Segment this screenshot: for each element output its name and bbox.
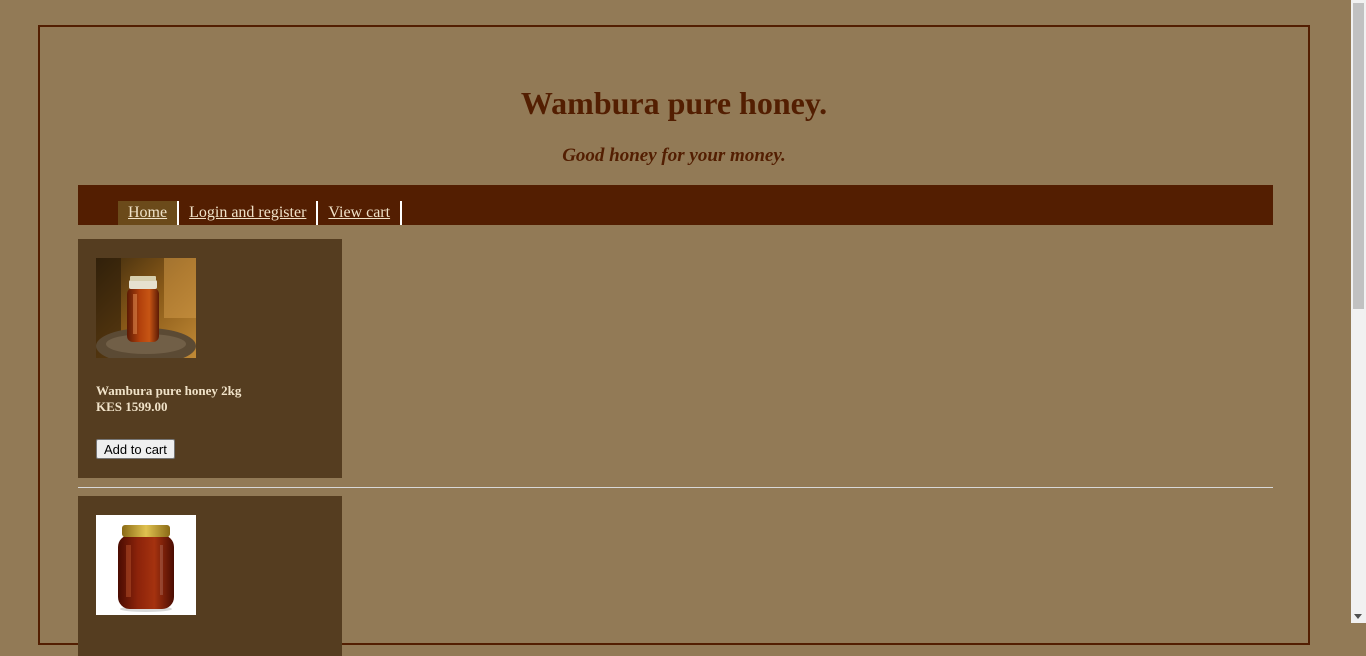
scroll-down-arrow-icon[interactable] [1354, 614, 1362, 619]
product-card: Wambura pure honey 2kg KES 1599.00 Add t… [78, 239, 342, 478]
site-tagline: Good honey for your money. [562, 145, 786, 166]
nav-item-login-register[interactable]: Login and register [179, 201, 319, 225]
nav-link-view-cart[interactable]: View cart [328, 204, 390, 221]
vertical-scrollbar[interactable] [1351, 0, 1366, 623]
site-title: Wambura pure honey. [520, 85, 828, 121]
nav-link-login-register[interactable]: Login and register [189, 204, 306, 221]
main-navigation: Home Login and register View cart [78, 185, 1273, 225]
scrollbar-thumb[interactable] [1353, 3, 1364, 309]
product-card [78, 496, 342, 656]
add-to-cart-button[interactable]: Add to cart [96, 439, 175, 459]
nav-item-view-cart[interactable]: View cart [318, 201, 403, 225]
product-image-honey-jar-on-stump [96, 258, 196, 358]
nav-list: Home Login and register View cart [118, 201, 403, 225]
nav-item-home[interactable]: Home [118, 201, 180, 225]
product-image-honey-jar-white-background [96, 515, 196, 615]
page-container: Wambura pure honey. Good honey for your … [38, 25, 1310, 656]
nav-link-home[interactable]: Home [128, 204, 167, 221]
product-name: Wambura pure honey 2kg [96, 383, 242, 398]
product-price: KES 1599.00 [96, 399, 168, 414]
product-divider [78, 487, 1273, 488]
